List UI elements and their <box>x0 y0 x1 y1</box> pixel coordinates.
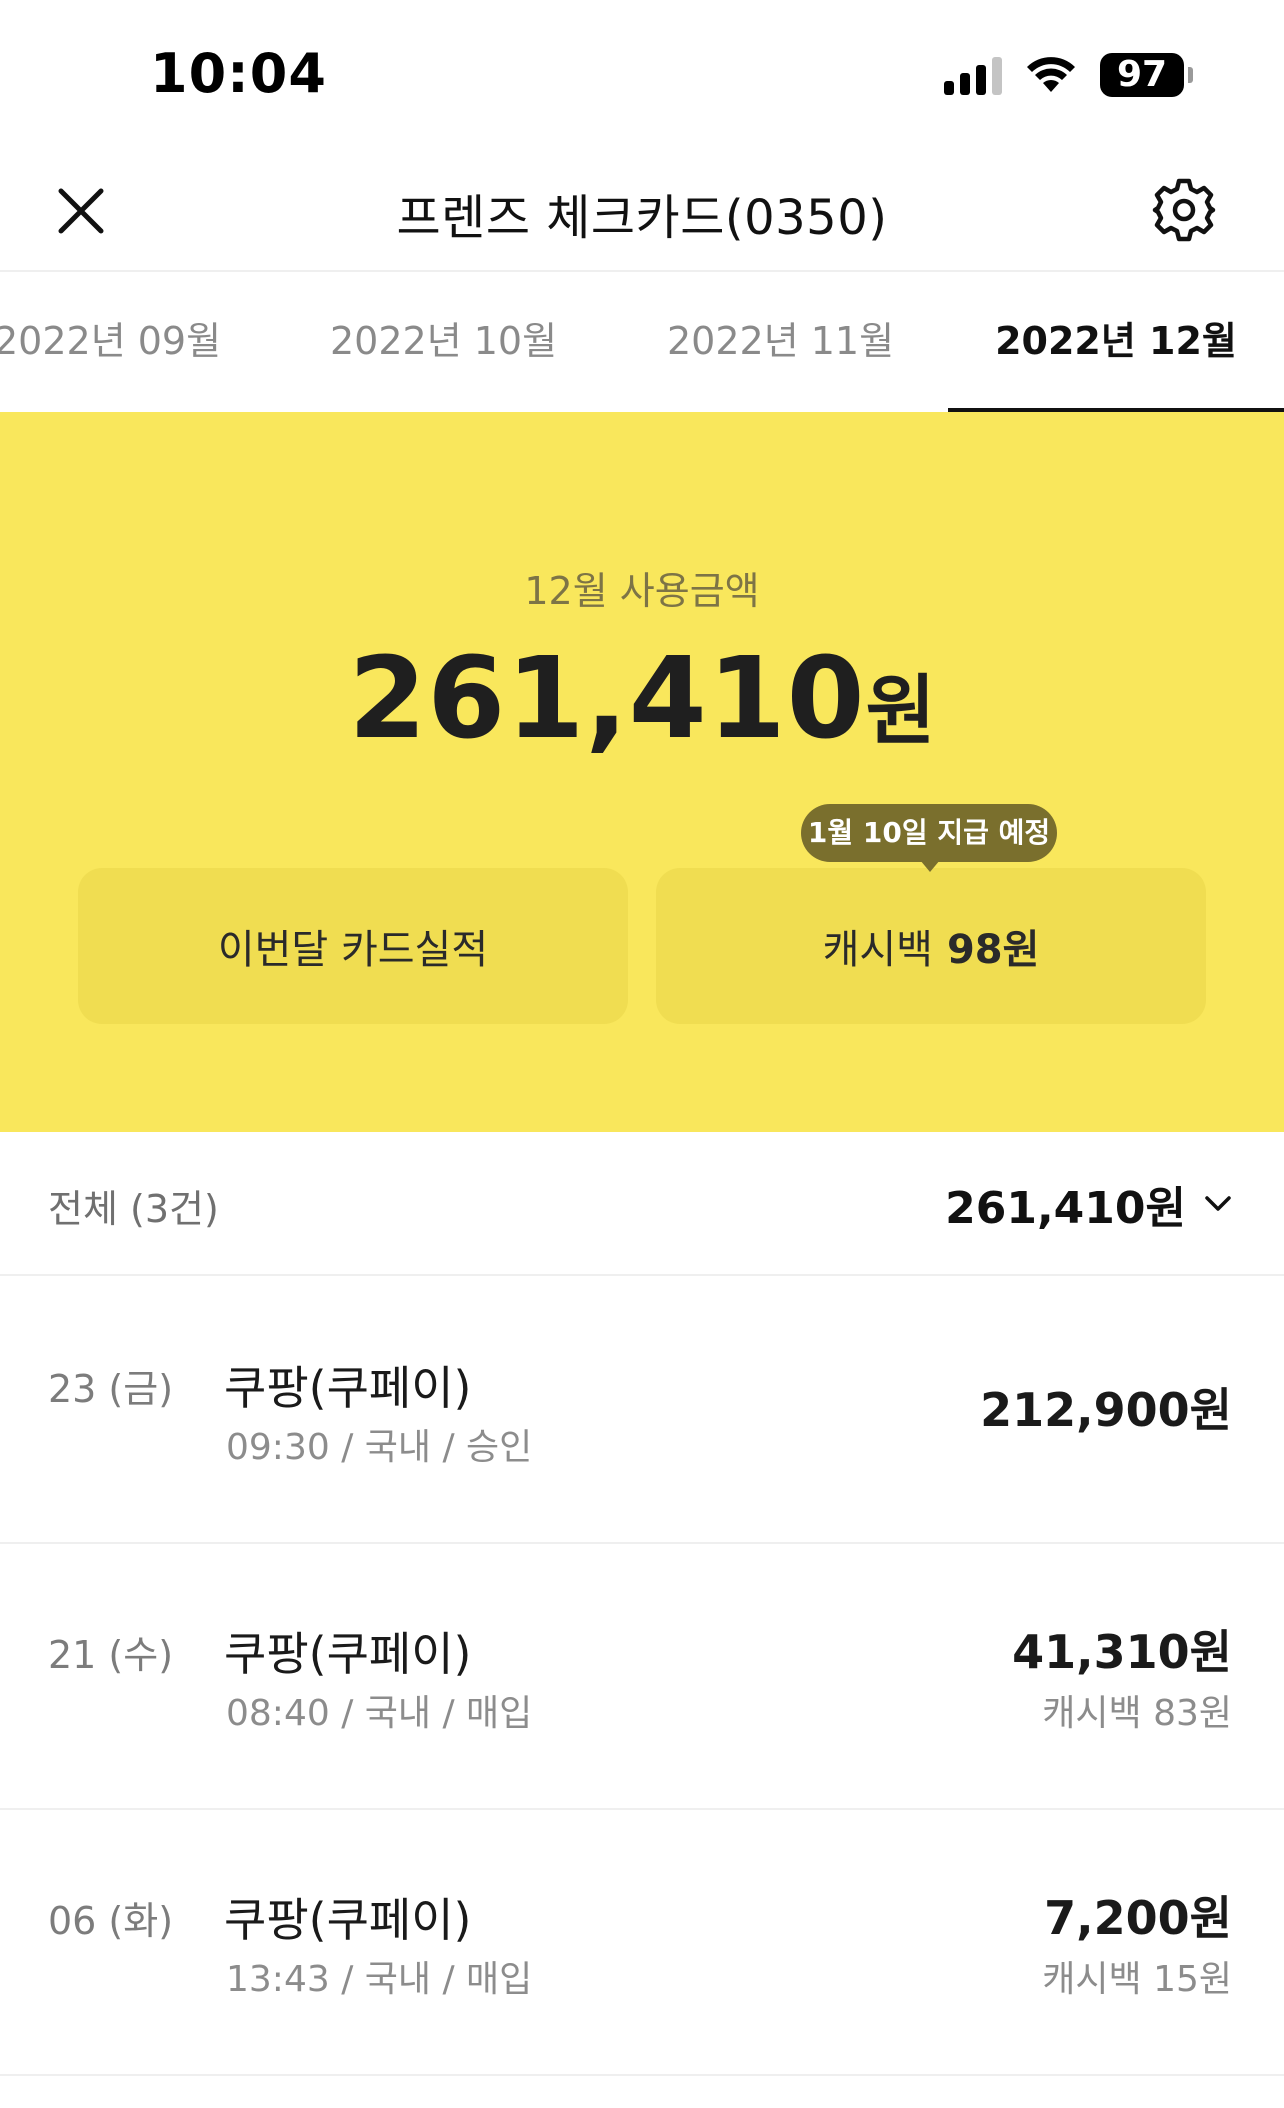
transaction-meta: 08:40 / 국내 / 매입 <box>226 1693 533 1734</box>
settings-button[interactable] <box>1146 172 1222 248</box>
transaction-meta: 13:43 / 국내 / 매입 <box>226 1959 533 2000</box>
chevron-down-icon <box>1205 1196 1231 1211</box>
battery-icon: 97 <box>1100 53 1193 97</box>
summary-amount: 261,410원 <box>0 634 1284 764</box>
header: 프렌즈 체크카드(0350) <box>0 150 1284 272</box>
battery-level: 97 <box>1116 54 1168 95</box>
cashback-value: 98원 <box>946 927 1040 973</box>
transaction-row[interactable]: 21 (수) 쿠팡(쿠페이) 08:40 / 국내 / 매입 41,310원 캐… <box>0 1544 1284 1810</box>
tab-2022-10[interactable]: 2022년 10월 <box>330 272 557 412</box>
gear-icon <box>1152 178 1216 242</box>
month-tabs: 2022년 09월 2022년 10월 2022년 11월 2022년 12월 <box>0 272 1284 412</box>
transaction-amount: 212,900원 <box>980 1383 1232 1437</box>
transaction-amount: 41,310원 <box>1012 1625 1232 1679</box>
transaction-cashback: 캐시백 83원 <box>1042 1693 1232 1734</box>
status-bar: 10:04 97 <box>0 0 1284 150</box>
status-time: 10:04 <box>150 42 327 105</box>
summary-label: 12월 사용금액 <box>524 569 760 613</box>
cellular-signal-icon <box>944 55 1002 95</box>
tooltip-arrow <box>920 860 940 872</box>
total-dropdown[interactable]: 261,410원 <box>945 1172 1232 1236</box>
transaction-count: 전체 (3건) <box>48 1187 219 1231</box>
tab-2022-09[interactable]: 2022년 09월 <box>0 272 224 412</box>
summary-amount-value: 261,410 <box>348 634 866 764</box>
cashback-label: 캐시백 <box>822 927 933 973</box>
transaction-date: 23 (금) <box>48 1367 174 1411</box>
transaction-date: 21 (수) <box>48 1633 174 1677</box>
card-performance-button[interactable]: 이번달 카드실적 <box>78 868 628 1024</box>
transaction-date: 06 (화) <box>48 1899 174 1943</box>
transaction-merchant: 쿠팡(쿠페이) <box>224 1627 472 1681</box>
transaction-meta: 09:30 / 국내 / 승인 <box>226 1427 533 1468</box>
transaction-merchant: 쿠팡(쿠페이) <box>224 1893 472 1947</box>
transaction-cashback: 캐시백 15원 <box>1042 1959 1232 2000</box>
tab-2022-12[interactable]: 2022년 12월 <box>948 272 1284 412</box>
cashback-payment-tooltip: 1월 10일 지급 예정 <box>801 804 1057 862</box>
list-total-value: 261,410원 <box>945 1183 1186 1234</box>
card-performance-label: 이번달 카드실적 <box>217 927 489 973</box>
page-title: 프렌즈 체크카드(0350) <box>396 190 888 246</box>
tab-2022-11[interactable]: 2022년 11월 <box>667 272 894 412</box>
transaction-amount: 7,200원 <box>1044 1891 1232 1945</box>
summary-amount-unit: 원 <box>865 666 936 755</box>
wifi-icon <box>1027 57 1075 92</box>
transaction-row[interactable]: 06 (화) 쿠팡(쿠페이) 13:43 / 국내 / 매입 7,200원 캐시… <box>0 1810 1284 2076</box>
status-icons: 97 <box>944 52 1193 98</box>
cashback-button[interactable]: 캐시백 98원 <box>656 868 1206 1024</box>
list-header: 전체 (3건) 261,410원 <box>0 1132 1284 1276</box>
transaction-merchant: 쿠팡(쿠페이) <box>224 1361 472 1415</box>
transaction-row[interactable]: 23 (금) 쿠팡(쿠페이) 09:30 / 국내 / 승인 212,900원 <box>0 1278 1284 1544</box>
spending-summary: 12월 사용금액 261,410원 이번달 카드실적 캐시백 98원 1월 10… <box>0 412 1284 1132</box>
